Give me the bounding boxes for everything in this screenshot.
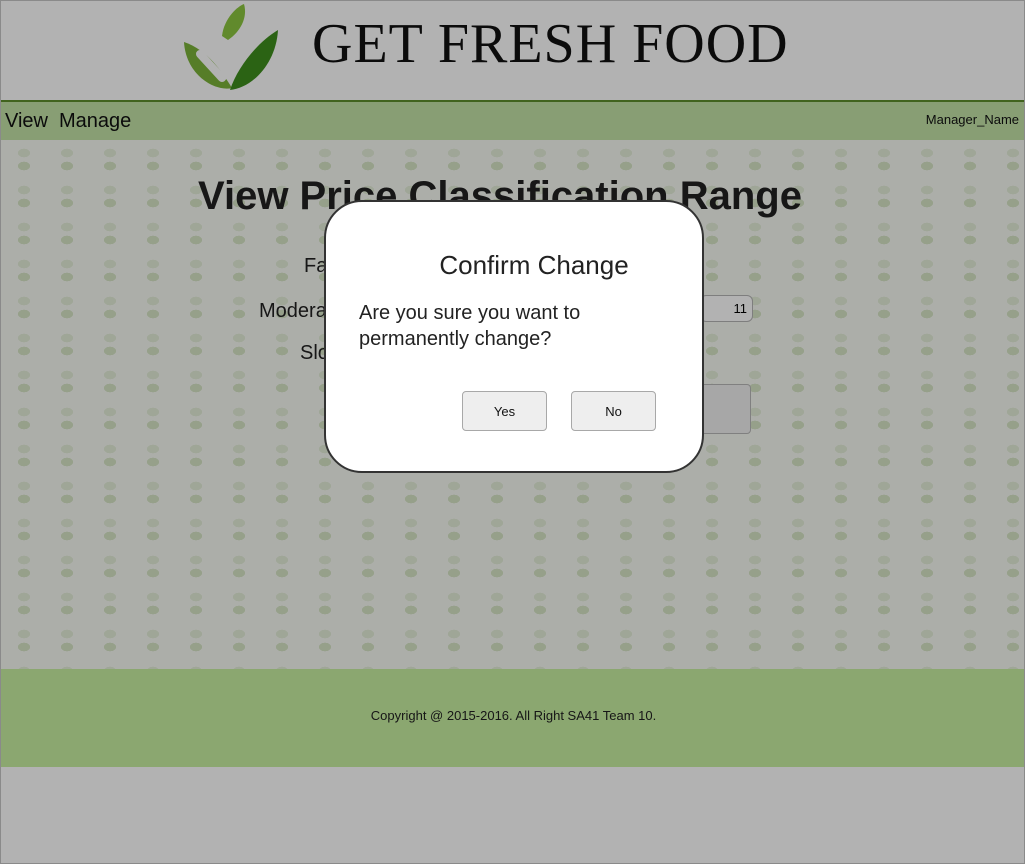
app-root: GET FRESH FOOD View Manage Manager_Name …: [0, 0, 1025, 864]
confirm-dialog: Confirm Change Are you sure you want to …: [324, 200, 704, 473]
dialog-title: Confirm Change: [439, 250, 629, 280]
yes-button[interactable]: Yes: [462, 391, 547, 431]
dialog-message: Are you sure you want to permanently cha…: [359, 302, 581, 350]
no-button[interactable]: No: [571, 391, 656, 431]
